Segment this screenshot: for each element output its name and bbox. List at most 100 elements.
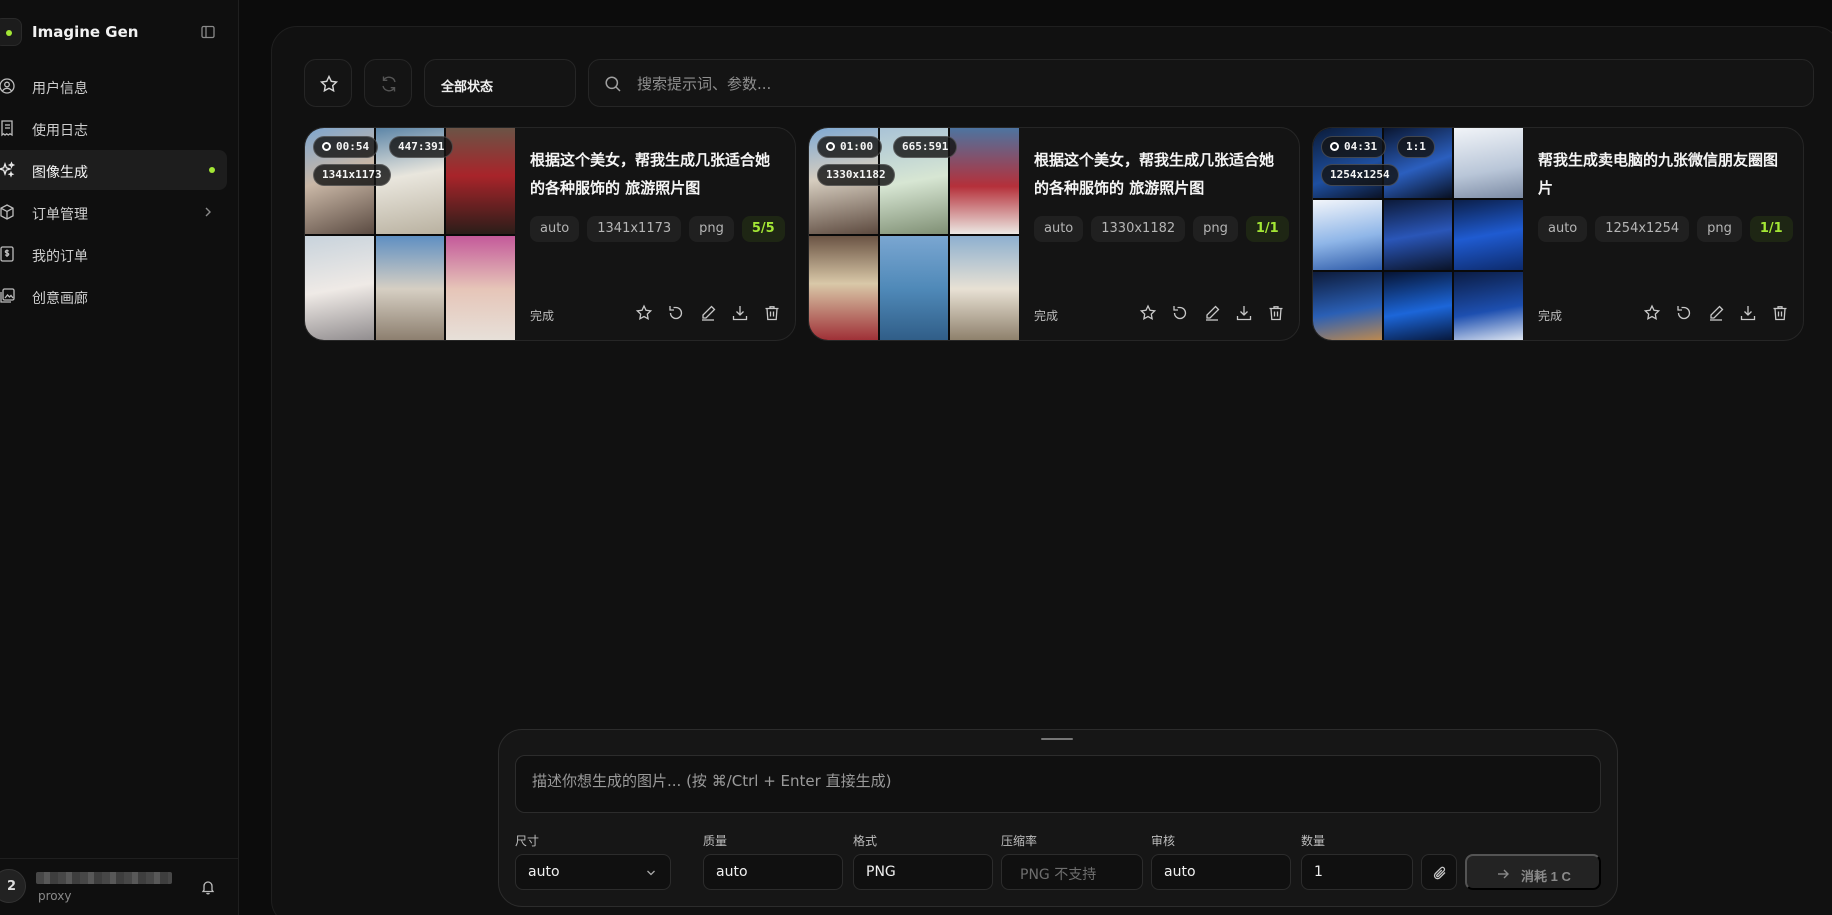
- download-icon[interactable]: [731, 304, 749, 322]
- card-tags: auto 1254x1254 png 1/1: [1538, 216, 1793, 242]
- sidebar-item-usage-log[interactable]: 使用日志: [0, 108, 227, 148]
- sidebar-item-label: 使用日志: [32, 123, 88, 139]
- clock-icon: [826, 142, 835, 151]
- drag-handle[interactable]: [1041, 738, 1073, 740]
- size-tag: 1254x1254: [1595, 216, 1690, 242]
- trash-icon[interactable]: [1267, 304, 1285, 322]
- thumbnail-tile: [950, 236, 1019, 340]
- thumbnail-tile: [1454, 128, 1523, 198]
- result-thumbnail-grid[interactable]: [305, 128, 515, 340]
- sidebar-collapse-icon[interactable]: [200, 24, 216, 40]
- duration-value: 01:00: [840, 140, 874, 153]
- quality-label: 质量: [703, 834, 728, 848]
- star-icon: [319, 74, 339, 93]
- card-tags: auto 1341x1173 png 5/5: [530, 216, 785, 242]
- edit-icon[interactable]: [699, 304, 717, 322]
- ratio-badge: 1:1: [1397, 136, 1435, 158]
- brand-logo: [0, 18, 22, 46]
- sidebar-item-label: 我的订单: [32, 249, 88, 265]
- quality-tag: auto: [1034, 216, 1084, 242]
- edit-icon[interactable]: [1707, 304, 1725, 322]
- sidebar-item-label: 图像生成: [32, 165, 88, 181]
- avatar-initial: 2: [7, 879, 17, 894]
- thumbnail-tile: [305, 236, 374, 340]
- thumbnail-tile: [375, 236, 445, 340]
- card-tags: auto 1330x1182 png 1/1: [1034, 216, 1289, 242]
- format-tag: png: [1193, 216, 1238, 242]
- count-tag: 1/1: [1749, 216, 1793, 242]
- search-box[interactable]: [588, 59, 1814, 107]
- paperclip-icon: [1433, 866, 1446, 880]
- star-icon[interactable]: [1643, 304, 1661, 322]
- generation-card[interactable]: 04:31 1:1 1254x1254 帮我生成卖电脑的九张微信朋友圈图片 au…: [1312, 127, 1804, 341]
- attach-button[interactable]: [1421, 854, 1457, 890]
- status-filter-select[interactable]: 全部状态: [424, 59, 576, 107]
- trash-icon[interactable]: [1771, 304, 1789, 322]
- download-icon[interactable]: [1235, 304, 1253, 322]
- generate-button-label: 消耗 1 C: [1521, 869, 1571, 884]
- trash-icon[interactable]: [763, 304, 781, 322]
- result-thumbnail-grid[interactable]: [1313, 128, 1523, 340]
- receipt-icon: [1, 120, 13, 137]
- quantity-input[interactable]: 1: [1301, 854, 1413, 890]
- size-select[interactable]: auto: [515, 854, 671, 890]
- avatar[interactable]: 2: [0, 869, 26, 903]
- edit-icon[interactable]: [1203, 304, 1221, 322]
- sidebar-item-image-generation[interactable]: 图像生成: [0, 150, 227, 190]
- card-status: 完成: [1034, 309, 1059, 323]
- card-actions: [1643, 304, 1789, 322]
- chevron-right-icon: [205, 207, 211, 217]
- sidebar-nav: 用户信息 使用日志 图像生成 订单管理 我的订单 创意画廊: [0, 66, 239, 318]
- prompt-textarea[interactable]: [516, 756, 1600, 812]
- favorites-filter-button[interactable]: [304, 59, 352, 107]
- thumbnail-tile: [446, 128, 515, 234]
- retry-icon[interactable]: [1675, 304, 1693, 322]
- sidebar-item-label: 用户信息: [32, 81, 88, 97]
- sidebar-item-order-management[interactable]: 订单管理: [0, 192, 227, 232]
- user-circle-icon: [0, 78, 15, 94]
- prompt-box[interactable]: [515, 755, 1601, 813]
- user-name-redacted: [36, 872, 172, 884]
- card-prompt-title: 根据这个美女，帮我生成几张适合她的各种服饰的 旅游照片图: [1034, 151, 1275, 197]
- ratio-badge: 665:591: [893, 136, 958, 158]
- star-icon[interactable]: [1139, 304, 1157, 322]
- sidebar-item-creative-gallery[interactable]: 创意画廊: [0, 276, 227, 316]
- sidebar-item-label: 创意画廊: [32, 291, 88, 307]
- sparkles-icon: [0, 161, 16, 178]
- retry-icon[interactable]: [1171, 304, 1189, 322]
- generation-card[interactable]: 01:00 665:591 1330x1182 根据这个美女，帮我生成几张适合她…: [808, 127, 1300, 341]
- size-badge: 1254x1254: [1321, 164, 1399, 186]
- search-input[interactable]: [637, 72, 1787, 96]
- thumbnail-tile: [1454, 272, 1523, 340]
- count-tag: 5/5: [741, 216, 785, 242]
- generation-card[interactable]: 00:54 447:391 1341x1173 根据这个美女，帮我生成几张适合她…: [304, 127, 796, 341]
- card-prompt-title: 根据这个美女，帮我生成几张适合她的各种服饰的 旅游照片图: [530, 151, 771, 197]
- gallery-icon: [0, 288, 15, 303]
- bell-icon[interactable]: [200, 879, 216, 895]
- quality-tag: auto: [1538, 216, 1588, 242]
- thumbnail-tile: [1383, 272, 1453, 340]
- sidebar-item-user-info[interactable]: 用户信息: [0, 66, 227, 106]
- sidebar-item-my-orders[interactable]: 我的订单: [0, 234, 227, 274]
- format-select[interactable]: PNG: [853, 854, 993, 890]
- format-value: PNG: [866, 864, 896, 880]
- duration-value: 00:54: [336, 140, 370, 153]
- result-thumbnail-grid[interactable]: [809, 128, 1019, 340]
- refresh-button[interactable]: [364, 59, 412, 107]
- quality-select[interactable]: auto: [703, 854, 843, 890]
- user-bar[interactable]: 2 proxy: [0, 858, 239, 915]
- chevron-down-icon: [647, 870, 655, 876]
- moderation-select[interactable]: auto: [1151, 854, 1291, 890]
- retry-icon[interactable]: [667, 304, 685, 322]
- star-icon[interactable]: [635, 304, 653, 322]
- card-actions: [635, 304, 781, 322]
- generate-button[interactable]: 消耗 1 C: [1465, 854, 1601, 890]
- brand[interactable]: Imagine Gen: [0, 16, 239, 48]
- box-icon: [0, 204, 14, 220]
- thumbnail-tile: [446, 236, 515, 340]
- size-label: 尺寸: [515, 834, 540, 848]
- download-icon[interactable]: [1739, 304, 1757, 322]
- thumbnail-tile: [1454, 200, 1523, 270]
- duration-value: 04:31: [1344, 140, 1378, 153]
- card-actions: [1139, 304, 1285, 322]
